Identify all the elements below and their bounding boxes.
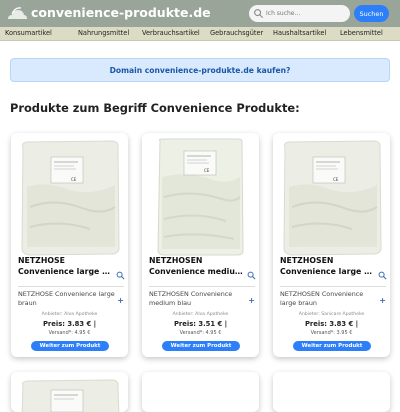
category-link-gebrauchsgueter[interactable]: Gebrauchsgüter <box>210 29 263 37</box>
expand-plus-icon[interactable]: + <box>117 297 124 305</box>
card-divider <box>149 286 255 287</box>
search-button[interactable]: Suchen <box>354 5 389 22</box>
search-input[interactable] <box>249 5 350 22</box>
product-title-line2: Convenience large braun <box>280 267 375 276</box>
product-title[interactable]: NETZHOSE Convenience large braun <box>18 255 113 277</box>
product-link-button[interactable]: Weiter zum Produkt <box>162 341 240 351</box>
product-title[interactable]: NETZHOSEN Convenience medium blau <box>149 255 244 277</box>
svg-text:CE: CE <box>204 168 210 173</box>
product-image[interactable]: CE <box>277 137 386 257</box>
product-link-button[interactable]: Weiter zum Produkt <box>293 341 371 351</box>
category-nav: Konsumartikel Nahrungsmittel Verbrauchsa… <box>0 27 400 41</box>
vendor-label: Anbieter: Alva Apotheke <box>41 312 98 317</box>
vendor-label: Anbieter: Sanicare Apotheke <box>298 312 365 317</box>
product-description: NETZHOSE Convenience large braun <box>18 290 115 307</box>
category-link-nahrungsmittel[interactable]: Nahrungsmittel <box>78 29 129 37</box>
search-icon <box>254 9 264 19</box>
card-divider <box>18 286 124 287</box>
vendor-label: Anbieter: Alva Apotheke <box>172 312 229 317</box>
shipping-label: Versand*: 4.95 € <box>179 330 222 336</box>
zoom-icon[interactable] <box>247 271 256 280</box>
svg-text:CE: CE <box>71 177 77 182</box>
product-title-line2: Convenience medium blau <box>149 267 244 276</box>
svg-text:CE: CE <box>333 177 339 182</box>
category-link-konsumartikel[interactable]: Konsumartikel <box>5 29 52 37</box>
category-link-lebensmittel[interactable]: Lebensmittel <box>340 29 383 37</box>
product-title-line1: NETZHOSE <box>18 256 65 265</box>
domain-sale-banner: Domain convenience-produkte.de kaufen? <box>10 58 390 82</box>
zoom-icon[interactable] <box>116 271 125 280</box>
product-card-partial <box>273 372 390 412</box>
category-link-haushaltsartikel[interactable]: Haushaltsartikel <box>273 29 326 37</box>
price-label: Preis: 3.83 € | <box>42 320 97 328</box>
product-card: CE NETZHOSEN Convenience large braun NET… <box>273 133 390 357</box>
product-card-partial <box>142 372 259 412</box>
cloud-logo-icon[interactable] <box>6 4 28 22</box>
product-title-line1: NETZHOSEN <box>149 256 203 265</box>
category-link-verbrauchsartikel[interactable]: Verbrauchsartikel <box>142 29 200 37</box>
product-link-button[interactable]: Weiter zum Produkt <box>31 341 109 351</box>
product-image[interactable]: CE <box>15 137 124 257</box>
product-description: NETZHOSEN Convenience large braun <box>280 290 364 307</box>
zoom-icon[interactable] <box>378 271 387 280</box>
product-image[interactable]: CE <box>146 137 255 257</box>
product-card: CE NETZHOSE Convenience large braun NETZ… <box>11 133 128 357</box>
product-title-line2: Convenience large braun <box>18 267 113 276</box>
product-card: CE NETZHOSEN Convenience medium blau NET… <box>142 133 259 357</box>
top-bar: convenience-produkte.de Suchen <box>0 0 400 27</box>
price-label: Preis: 3.51 € | <box>173 320 228 328</box>
section-title: Produkte zum Begriff Convenience Produkt… <box>10 101 300 115</box>
product-title-line1: NETZHOSEN <box>280 256 334 265</box>
product-card-partial <box>11 372 128 412</box>
shipping-label: Versand*: 3.95 € <box>310 330 353 336</box>
expand-plus-icon[interactable]: + <box>248 297 255 305</box>
product-image[interactable] <box>15 376 124 412</box>
product-title[interactable]: NETZHOSEN Convenience large braun <box>280 255 375 277</box>
price-label: Preis: 3.83 € | <box>304 320 359 328</box>
domain-sale-link[interactable]: Domain convenience-produkte.de kaufen? <box>110 66 291 75</box>
expand-plus-icon[interactable]: + <box>379 297 386 305</box>
card-divider <box>280 286 386 287</box>
site-title[interactable]: convenience-produkte.de <box>31 5 211 20</box>
shipping-label: Versand*: 4.95 € <box>48 330 91 336</box>
product-description: NETZHOSEN Convenience medium blau <box>149 290 233 307</box>
